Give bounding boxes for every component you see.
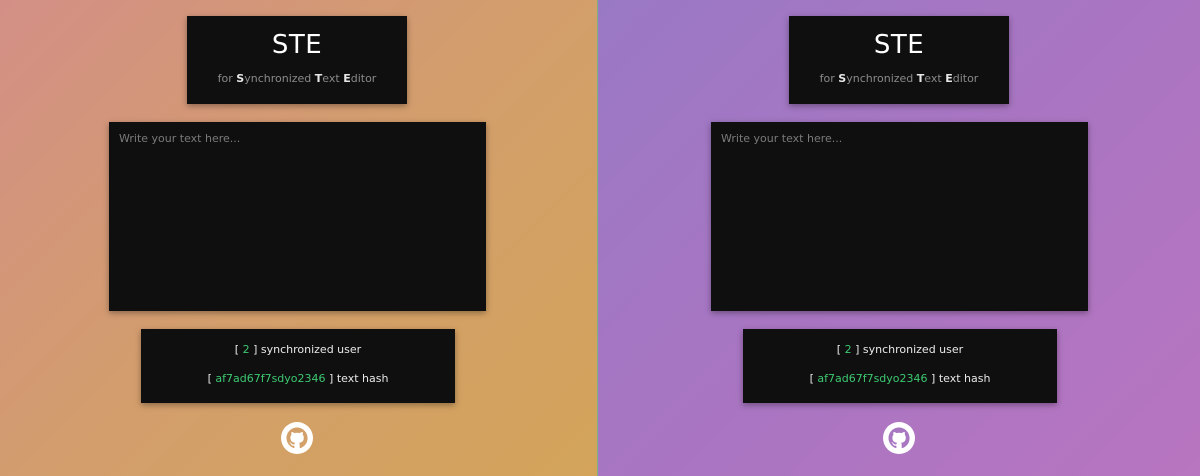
text-hash-line: [ af7ad67f7sdyo2346 ] text hash [207,372,389,385]
synchronized-users-line: [ 2 ] synchronized user [234,343,362,356]
user-count: 2 [242,343,250,356]
header-card: STE for Synchronized Text Editor [789,16,1009,104]
text-editor[interactable] [109,122,486,311]
user-count: 2 [844,343,852,356]
sync-info-card: [ 2 ] synchronized user [ af7ad67f7sdyo2… [743,329,1057,403]
left-client-pane: STE for Synchronized Text Editor [ 2 ] s… [0,0,597,476]
text-hash-value: af7ad67f7sdyo2346 [817,372,928,385]
app-title: STE [271,30,323,60]
text-hash-value: af7ad67f7sdyo2346 [215,372,326,385]
github-icon[interactable] [281,422,313,454]
app-title: STE [873,30,925,60]
app-subtitle: for Synchronized Text Editor [819,72,979,85]
github-icon[interactable] [883,422,915,454]
header-card: STE for Synchronized Text Editor [187,16,407,104]
text-hash-line: [ af7ad67f7sdyo2346 ] text hash [809,372,991,385]
synchronized-users-line: [ 2 ] synchronized user [836,343,964,356]
text-editor[interactable] [711,122,1088,311]
app-subtitle: for Synchronized Text Editor [217,72,377,85]
split-view: STE for Synchronized Text Editor [ 2 ] s… [0,0,1200,476]
right-client-pane: STE for Synchronized Text Editor [ 2 ] s… [598,0,1200,476]
sync-info-card: [ 2 ] synchronized user [ af7ad67f7sdyo2… [141,329,455,403]
